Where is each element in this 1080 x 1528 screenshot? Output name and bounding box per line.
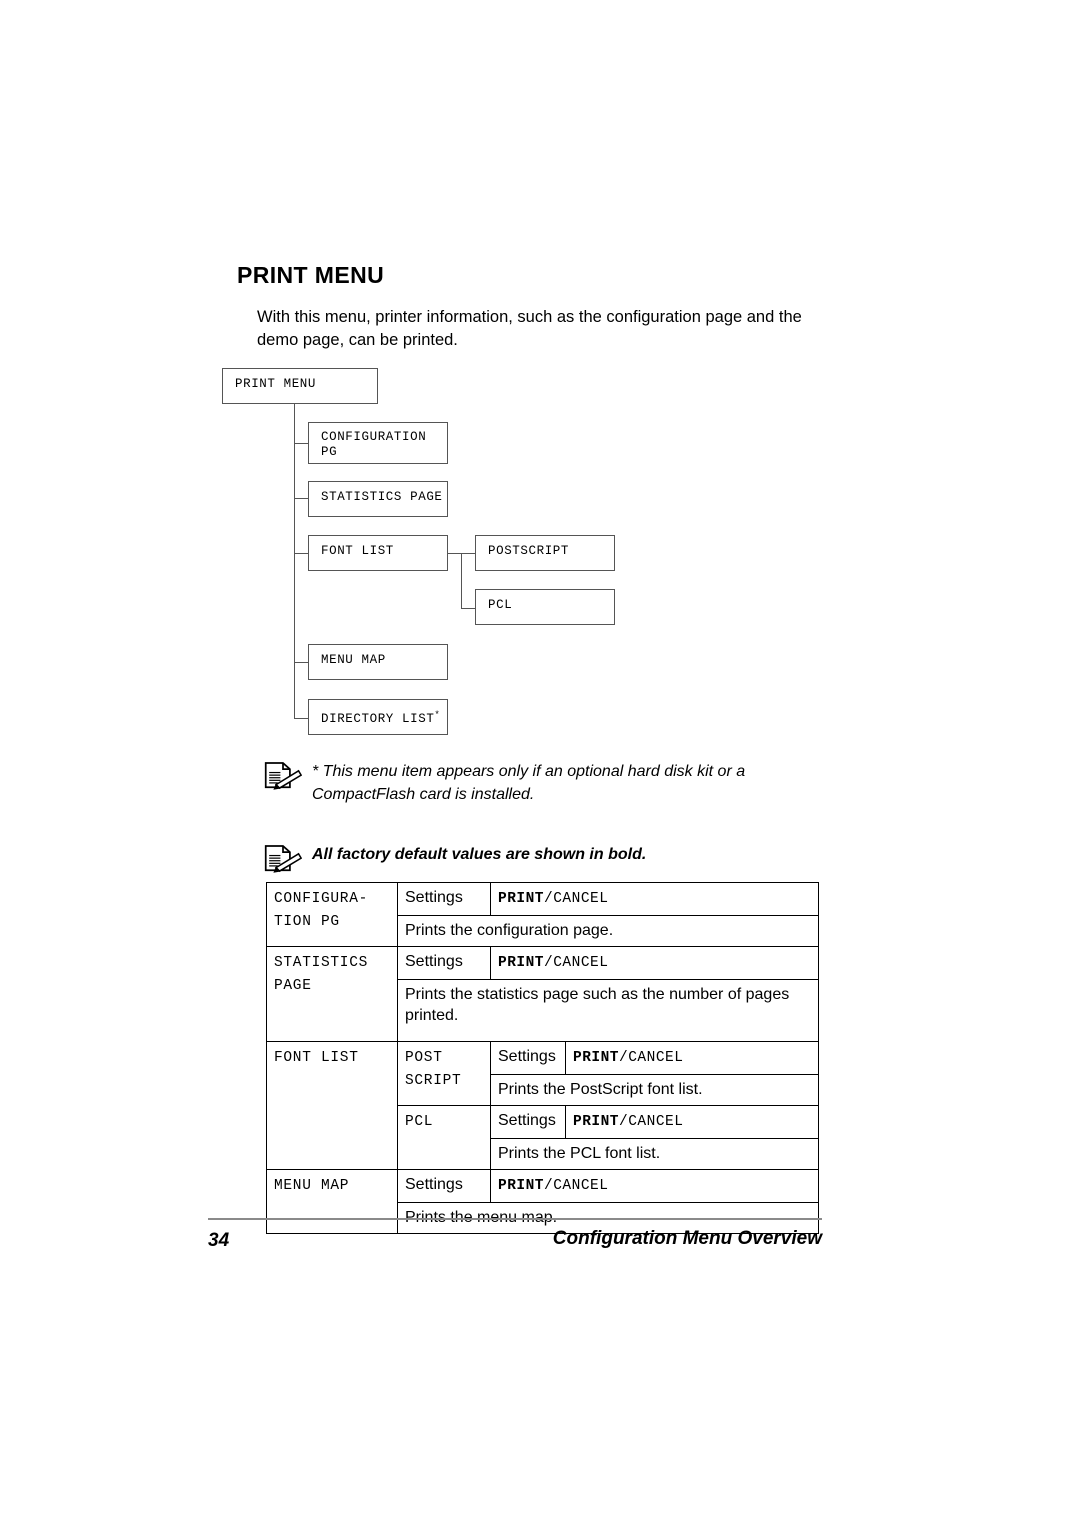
- intro-paragraph: With this menu, printer information, suc…: [257, 308, 802, 349]
- cell-description-pcl: Prints the PCL font list.: [490, 1138, 819, 1170]
- value-separator: /: [544, 1178, 554, 1194]
- tree-subtrunk-line-font-list: [461, 553, 462, 609]
- value-default-print: PRINT: [498, 1178, 545, 1194]
- tree-branch-line-font-list: [294, 553, 308, 554]
- note-pencil-icon: [264, 761, 303, 791]
- value-cancel: CANCEL: [553, 891, 609, 907]
- cell-menu-configuration-pg: CONFIGURA- TION PG: [266, 882, 398, 947]
- cell-submenu-postscript: POST SCRIPT: [397, 1041, 491, 1106]
- tree-subbranch-stub-font-list: [448, 553, 461, 554]
- tree-branch-line-pcl: [461, 608, 475, 609]
- cell-settings-label-configuration-pg: Settings: [397, 882, 491, 916]
- cell-settings-value-menu-map: PRINT/CANCEL: [490, 1169, 819, 1203]
- tree-node-directory-list: DIRECTORY LIST*: [308, 699, 448, 735]
- tree-branch-line-configuration: [294, 443, 308, 444]
- footer-section-title: Configuration Menu Overview: [552, 1228, 822, 1249]
- tree-node-configuration-pg-label: CONFIGURATION PG: [321, 430, 427, 459]
- cell-settings-value-pcl: PRINT/CANCEL: [565, 1105, 819, 1139]
- value-default-print: PRINT: [498, 891, 545, 907]
- value-default-print: PRINT: [573, 1114, 620, 1130]
- cell-settings-label-pcl: Settings: [490, 1105, 566, 1139]
- tree-node-print-menu: PRINT MENU: [222, 368, 378, 404]
- table-row: CONFIGURA- TION PG Settings PRINT/CANCEL: [266, 882, 819, 947]
- tree-branch-line-postscript: [461, 553, 475, 554]
- cell-settings-value-postscript: PRINT/CANCEL: [565, 1041, 819, 1075]
- value-default-print: PRINT: [498, 955, 545, 971]
- tree-branch-line-statistics: [294, 498, 308, 499]
- page-title: PRINT MENU: [237, 262, 385, 288]
- footnote-asterisk: *: [434, 710, 441, 720]
- table-row: MENU MAP Settings PRINT/CANCEL: [266, 1169, 819, 1234]
- cell-menu-font-list: FONT LIST: [266, 1041, 398, 1170]
- tree-branch-line-directory-list: [294, 718, 308, 719]
- cell-menu-statistics-page: STATISTICS PAGE: [266, 946, 398, 1042]
- tree-node-pcl: PCL: [475, 589, 615, 625]
- cell-settings-label-menu-map: Settings: [397, 1169, 491, 1203]
- cell-settings-value-configuration-pg: PRINT/CANCEL: [490, 882, 819, 916]
- tree-node-font-list: FONT LIST: [308, 535, 448, 571]
- table-row: FONT LIST POST SCRIPT Settings PRINT/CAN…: [266, 1041, 819, 1170]
- value-separator: /: [544, 955, 554, 971]
- cell-description-statistics-page: Prints the statistics page such as the n…: [397, 979, 819, 1042]
- value-cancel: CANCEL: [628, 1050, 684, 1066]
- note-optional-hardware-text: * This menu item appears only if an opti…: [312, 763, 746, 803]
- tree-node-postscript: POSTSCRIPT: [475, 535, 615, 571]
- value-cancel: CANCEL: [553, 955, 609, 971]
- tree-node-statistics-page: STATISTICS PAGE: [308, 481, 448, 517]
- tree-node-directory-list-label: DIRECTORY LIST: [321, 712, 435, 727]
- footer-page-number: 34: [208, 1230, 230, 1251]
- cell-settings-value-statistics-page: PRINT/CANCEL: [490, 946, 819, 980]
- cell-settings-label-statistics-page: Settings: [397, 946, 491, 980]
- tree-node-menu-map: MENU MAP: [308, 644, 448, 680]
- cell-settings-label-postscript: Settings: [490, 1041, 566, 1075]
- table-row: STATISTICS PAGE Settings PRINT/CANCEL: [266, 946, 819, 1042]
- cell-description-postscript: Prints the PostScript font list.: [490, 1074, 819, 1106]
- tree-branch-line-menu-map: [294, 662, 308, 663]
- value-default-print: PRINT: [573, 1050, 620, 1066]
- value-separator: /: [619, 1114, 629, 1130]
- footer-divider: [208, 1218, 822, 1220]
- value-separator: /: [544, 891, 554, 907]
- value-cancel: CANCEL: [553, 1178, 609, 1194]
- print-menu-settings-table: CONFIGURA- TION PG Settings PRINT/CANCEL…: [266, 882, 819, 1234]
- note-factory-defaults-text: All factory default values are shown in …: [312, 846, 647, 863]
- cell-description-configuration-pg: Prints the configuration page.: [397, 915, 819, 947]
- note-factory-defaults: All factory default values are shown in …: [264, 843, 810, 874]
- cell-menu-menu-map: MENU MAP: [266, 1169, 398, 1234]
- value-cancel: CANCEL: [628, 1114, 684, 1130]
- tree-trunk-line: [294, 403, 295, 719]
- cell-submenu-pcl: PCL: [397, 1105, 491, 1170]
- note-pencil-icon: [264, 844, 303, 874]
- tree-node-configuration-pg: CONFIGURATION PG: [308, 422, 448, 464]
- note-optional-hardware: * This menu item appears only if an opti…: [264, 760, 810, 806]
- value-separator: /: [619, 1050, 629, 1066]
